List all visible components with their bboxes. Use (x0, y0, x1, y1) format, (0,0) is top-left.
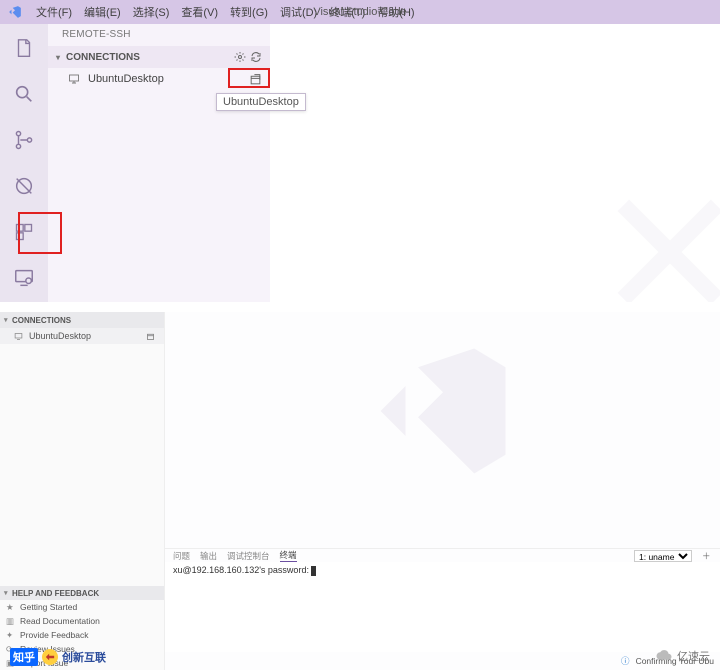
monitor-icon (14, 332, 26, 341)
tab-problems[interactable]: 问题 (173, 550, 190, 562)
search-icon[interactable] (10, 80, 38, 108)
gear-icon[interactable] (232, 49, 248, 65)
tab-terminal[interactable]: 终端 (280, 549, 297, 562)
help-provide-feedback[interactable]: ✦Provide Feedback (0, 628, 164, 642)
menubar: 文件(F) 编辑(E) 选择(S) 查看(V) 转到(G) 调试(D) 终端(T… (0, 0, 720, 24)
highlight-box (18, 212, 62, 254)
watermark-x-icon (600, 182, 720, 302)
connection-row-ubuntudesktop-2[interactable]: UbuntuDesktop (0, 328, 164, 344)
help-read-documentation[interactable]: ▥Read Documentation (0, 614, 164, 628)
menu-goto[interactable]: 转到(G) (224, 0, 274, 24)
terminal-selector[interactable]: 1: uname (634, 550, 692, 562)
refresh-icon[interactable] (248, 49, 264, 65)
menu-view[interactable]: 查看(V) (175, 0, 224, 24)
terminal-body[interactable]: xu@192.168.160.132's password: (165, 562, 720, 652)
watermark-right: 亿速云 (655, 648, 710, 664)
highlight-box (228, 68, 270, 88)
menu-help[interactable]: 帮助(H) (371, 0, 420, 24)
new-terminal-icon[interactable]: ＋ (702, 550, 712, 562)
menu-debug[interactable]: 调试(D) (274, 0, 323, 24)
remote-explorer-icon[interactable] (10, 264, 38, 292)
monitor-icon (68, 73, 82, 85)
vscode-logo-icon (6, 3, 24, 21)
vscode-watermark-icon (368, 336, 518, 486)
connection-label: UbuntuDesktop (88, 73, 244, 85)
sidebar-title: REMOTE-SSH (48, 24, 270, 46)
tooltip: UbuntuDesktop (216, 93, 306, 111)
main-area-2: 问题 输出 调试控制台 终端 1: uname ＋ xu@192.168.160… (165, 312, 720, 670)
book-icon: ▥ (6, 616, 16, 627)
panel-tabs: 问题 输出 调试控制台 终端 1: uname ＋ (165, 548, 720, 562)
star-icon: ★ (6, 602, 16, 613)
connection-label: UbuntuDesktop (29, 331, 146, 341)
menu-terminal[interactable]: 终端(T) (323, 0, 371, 24)
logo-icon (42, 649, 58, 665)
tab-output[interactable]: 输出 (200, 550, 217, 562)
chevron-down-icon: ▾ (4, 316, 12, 324)
watermark-left: 知乎 创新互联 (10, 648, 106, 666)
info-icon: ⓘ (621, 655, 630, 667)
help-section-header[interactable]: ▾ HELP AND FEEDBACK (0, 586, 164, 600)
section-label: CONNECTIONS (66, 52, 140, 63)
sidebar-panel: REMOTE-SSH ▾ CONNECTIONS UbuntuDesktop (48, 24, 270, 302)
section-label: HELP AND FEEDBACK (12, 589, 99, 598)
new-window-icon[interactable] (146, 332, 160, 341)
menu-edit[interactable]: 编辑(E) (78, 0, 127, 24)
activity-bar (0, 24, 48, 302)
help-getting-started[interactable]: ★Getting Started (0, 600, 164, 614)
cloud-icon (655, 649, 673, 663)
terminal-line: xu@192.168.160.132's password: (173, 565, 309, 575)
menu-select[interactable]: 选择(S) (127, 0, 176, 24)
status-bar: ⓘ Confirming Your Ubu (165, 652, 720, 670)
chevron-down-icon: ▾ (4, 589, 12, 597)
editor-area-2 (165, 312, 720, 548)
editor-area (270, 24, 720, 302)
connections-section-header-2[interactable]: ▾ CONNECTIONS (0, 312, 164, 328)
debug-icon[interactable] (10, 172, 38, 200)
section-label: CONNECTIONS (12, 316, 71, 325)
source-control-icon[interactable] (10, 126, 38, 154)
chevron-down-icon: ▾ (56, 53, 66, 62)
twitter-icon: ✦ (6, 630, 16, 641)
cursor-icon (311, 566, 316, 576)
menu-file[interactable]: 文件(F) (30, 0, 78, 24)
connections-section-header[interactable]: ▾ CONNECTIONS (48, 46, 270, 68)
sidebar-panel-2: ▾ CONNECTIONS UbuntuDesktop ▾ HELP AND F… (0, 312, 165, 670)
explorer-icon[interactable] (10, 34, 38, 62)
tab-debug-console[interactable]: 调试控制台 (227, 550, 270, 562)
